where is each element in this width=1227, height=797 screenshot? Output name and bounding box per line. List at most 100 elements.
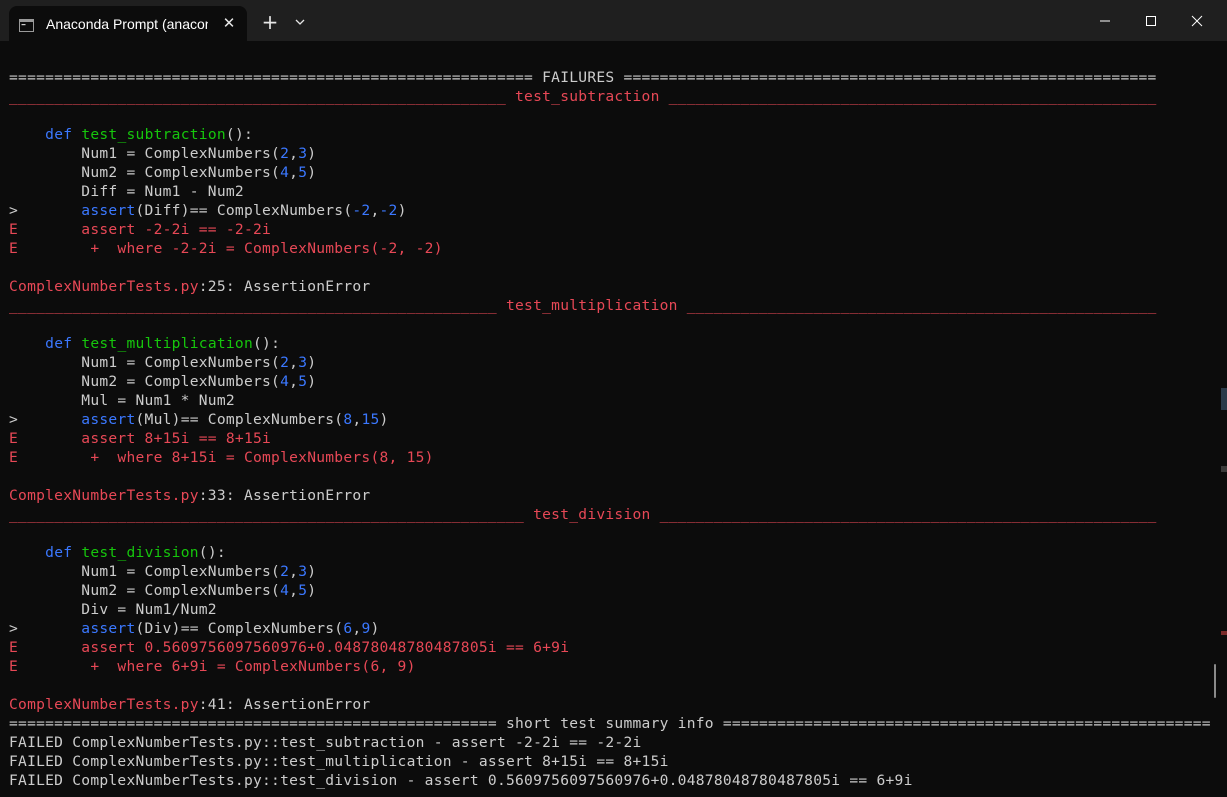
terminal-text: ) <box>307 373 317 390</box>
chevron-down-icon[interactable] <box>290 12 310 32</box>
terminal-text: 4 <box>280 582 290 599</box>
terminal-line: Num1 = ComplexNumbers(2,3) <box>9 562 1214 581</box>
terminal-line: E assert 0.5609756097560976+0.0487804878… <box>9 638 1214 657</box>
terminal-text: ========================================… <box>9 69 1157 86</box>
terminal-line: ComplexNumberTests.py:33: AssertionError <box>9 486 1214 505</box>
scrollbar-thumb[interactable] <box>1214 664 1216 698</box>
terminal-text: (Mul)== ComplexNumbers( <box>135 411 344 428</box>
terminal-line: E assert -2-2i == -2-2i <box>9 220 1214 239</box>
close-tab-icon[interactable]: ✕ <box>221 15 237 31</box>
terminal-text: test_division <box>81 544 199 561</box>
terminal-text: ) <box>307 164 317 181</box>
terminal-text: def <box>45 544 82 561</box>
tab-anaconda-prompt[interactable]: Anaconda Prompt (anaconda3) ✕ <box>9 6 247 41</box>
terminal-line: def test_multiplication(): <box>9 334 1214 353</box>
background-window-edge <box>1221 388 1227 410</box>
terminal-text: test_multiplication <box>81 335 253 352</box>
terminal-line: Num2 = ComplexNumbers(4,5) <box>9 163 1214 182</box>
new-tab-button[interactable]: + <box>258 10 282 34</box>
terminal-line: > assert(Div)== ComplexNumbers(6,9) <box>9 619 1214 638</box>
terminal-text: ________________________________________… <box>9 297 1157 314</box>
terminal-line: Mul = Num1 * Num2 <box>9 391 1214 410</box>
terminal-text: , <box>289 373 299 390</box>
terminal-text: (): <box>198 544 226 561</box>
terminal-text: :41: AssertionError <box>198 696 371 713</box>
terminal-text: 2 <box>280 145 290 162</box>
terminal-text: ) <box>307 354 317 371</box>
terminal-text: :25: AssertionError <box>198 278 371 295</box>
terminal-text: 3 <box>298 563 308 580</box>
terminal-text: assert <box>81 620 136 637</box>
terminal-text: E assert 0.5609756097560976+0.0487804878… <box>9 639 570 656</box>
terminal-line: Num1 = ComplexNumbers(2,3) <box>9 353 1214 372</box>
terminal-text: Num2 = ComplexNumbers( <box>9 373 281 390</box>
terminal-line: FAILED ComplexNumberTests.py::test_multi… <box>9 752 1214 771</box>
terminal-line: ________________________________________… <box>9 87 1214 106</box>
terminal-line: > assert(Diff)== ComplexNumbers(-2,-2) <box>9 201 1214 220</box>
terminal-line: ________________________________________… <box>9 296 1214 315</box>
terminal-line: Div = Num1/Num2 <box>9 600 1214 619</box>
terminal-line: > assert(Mul)== ComplexNumbers(8,15) <box>9 410 1214 429</box>
terminal-text: Num2 = ComplexNumbers( <box>9 164 281 181</box>
terminal-text: E + where 8+15i = ComplexNumbers(8, 15) <box>9 449 434 466</box>
terminal-line: E + where 8+15i = ComplexNumbers(8, 15) <box>9 448 1214 467</box>
terminal-text: , <box>289 354 299 371</box>
maximize-button[interactable] <box>1128 0 1174 41</box>
terminal-text: (): <box>253 335 281 352</box>
terminal-text: 9 <box>361 620 371 637</box>
terminal-text: assert <box>81 411 136 428</box>
terminal-line: FAILED ComplexNumberTests.py::test_divis… <box>9 771 1214 790</box>
terminal-text: -2 <box>379 202 398 219</box>
terminal-icon <box>19 17 34 32</box>
background-window-edge <box>1221 466 1227 472</box>
terminal-text: Num1 = ComplexNumbers( <box>9 354 281 371</box>
terminal-text: 3 <box>298 145 308 162</box>
terminal-text: (Div)== ComplexNumbers( <box>135 620 344 637</box>
terminal-text: assert <box>81 202 136 219</box>
terminal-text: 4 <box>280 373 290 390</box>
terminal-text: , <box>289 563 299 580</box>
terminal-text: ) <box>307 563 317 580</box>
terminal-line: def test_subtraction(): <box>9 125 1214 144</box>
title-bar: Anaconda Prompt (anaconda3) ✕ + <box>0 0 1227 41</box>
minimize-button[interactable] <box>1082 0 1128 41</box>
terminal-text: Diff = Num1 - Num2 <box>9 183 244 200</box>
terminal-line: Num2 = ComplexNumbers(4,5) <box>9 372 1214 391</box>
terminal-line: E + where -2-2i = ComplexNumbers(-2, -2) <box>9 239 1214 258</box>
terminal-text: ) <box>370 620 380 637</box>
terminal-text: FAILED ComplexNumberTests.py::test_subtr… <box>9 734 642 751</box>
terminal-line: def test_division(): <box>9 543 1214 562</box>
terminal-line: ComplexNumberTests.py:41: AssertionError <box>9 695 1214 714</box>
terminal-text: def <box>45 335 82 352</box>
terminal-output[interactable]: ========================================… <box>9 68 1214 797</box>
terminal-text: ComplexNumberTests.py <box>9 487 199 504</box>
terminal-text: 5 <box>298 373 308 390</box>
close-window-button[interactable] <box>1174 0 1220 41</box>
terminal-text: , <box>370 202 380 219</box>
terminal-text: 3 <box>298 354 308 371</box>
terminal-text: (Diff)== ComplexNumbers( <box>135 202 353 219</box>
minimize-icon <box>1100 20 1110 21</box>
terminal-text: ComplexNumberTests.py <box>9 278 199 295</box>
terminal-text: 2 <box>280 563 290 580</box>
terminal-text: 5 <box>298 582 308 599</box>
terminal-text: E assert 8+15i == 8+15i <box>9 430 272 447</box>
terminal-text: 5 <box>298 164 308 181</box>
terminal-text: Num1 = ComplexNumbers( <box>9 145 281 162</box>
close-icon <box>1191 15 1203 26</box>
terminal-text: Mul = Num1 * Num2 <box>9 392 235 409</box>
terminal-text: Num2 = ComplexNumbers( <box>9 582 281 599</box>
terminal-text: ) <box>379 411 389 428</box>
terminal-line: ________________________________________… <box>9 505 1214 524</box>
terminal-text: Div = Num1/Num2 <box>9 601 217 618</box>
terminal-line: E assert 8+15i == 8+15i <box>9 429 1214 448</box>
terminal-text: > <box>9 620 82 637</box>
terminal-line: ComplexNumberTests.py:25: AssertionError <box>9 277 1214 296</box>
